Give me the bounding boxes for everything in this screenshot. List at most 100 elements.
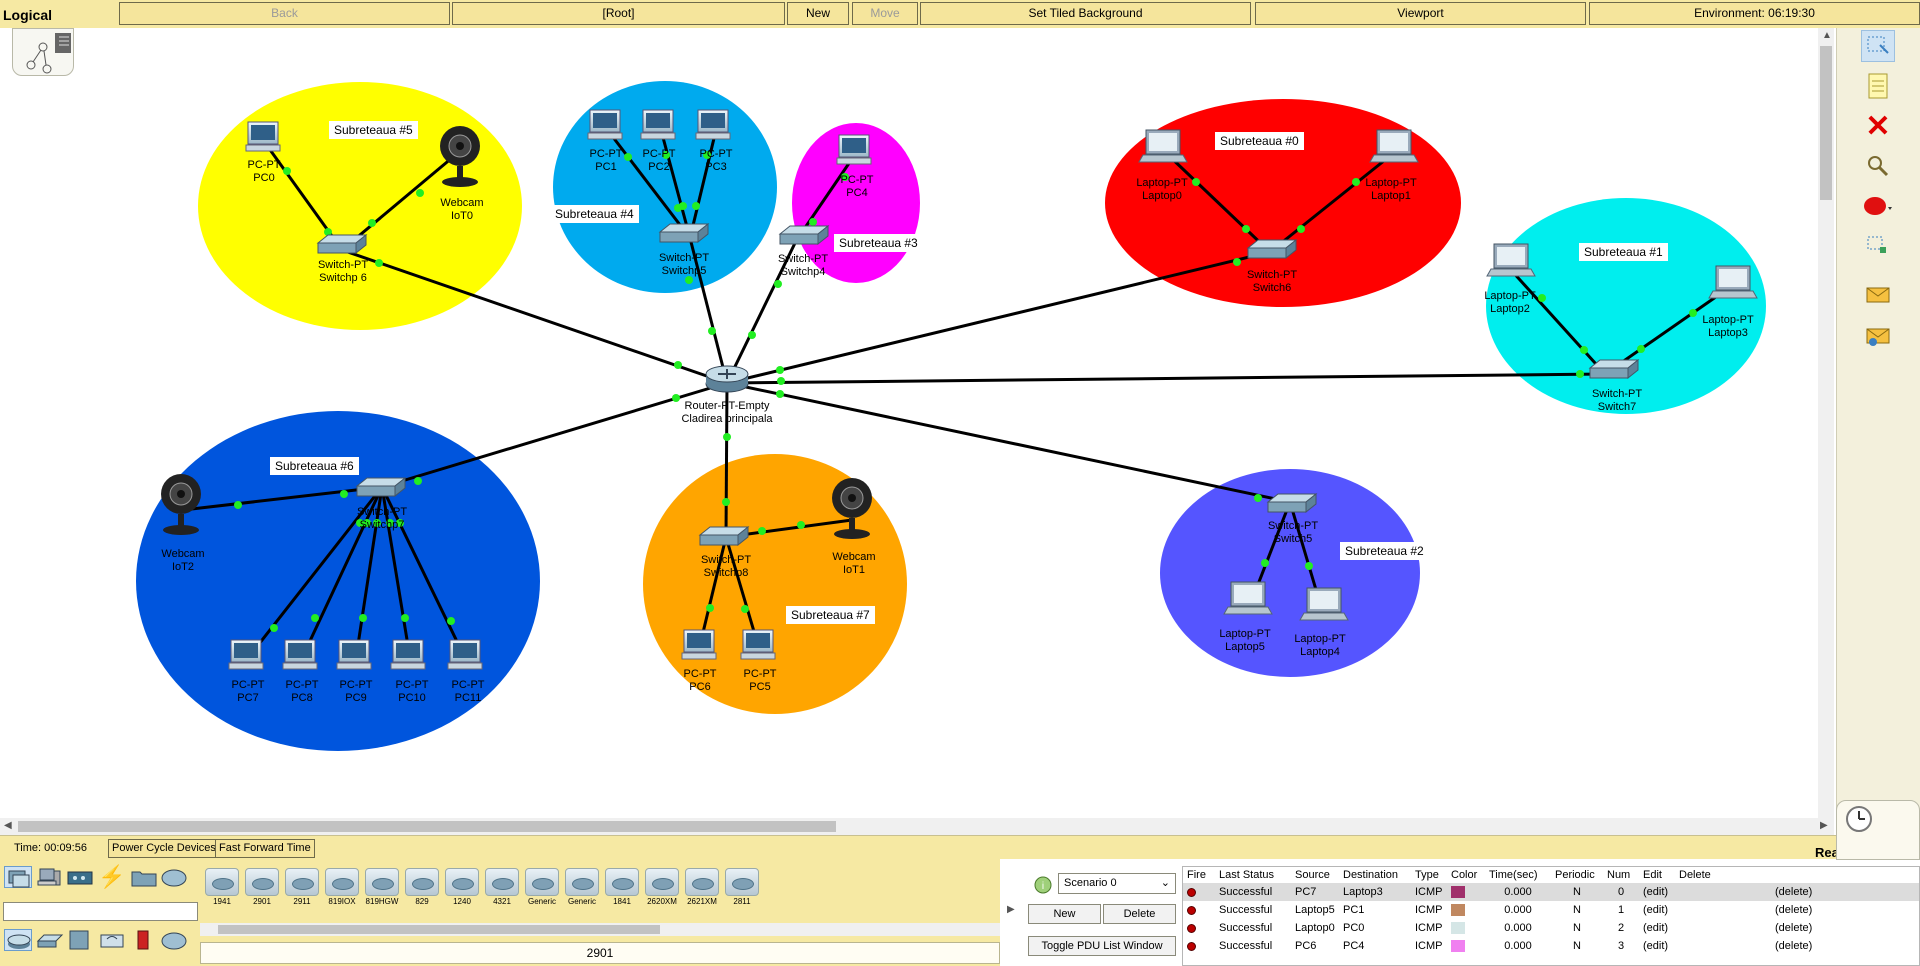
device-model-1240[interactable]: 1240 <box>444 868 480 908</box>
fire-status-icon[interactable] <box>1187 905 1196 915</box>
scenario-panel: i Scenario 0 ⌄ New Delete Toggle PDU Lis… <box>1028 866 1178 966</box>
pdu-row[interactable]: Successful Laptop5 PC1 ICMP 0.000 N 1 (e… <box>1183 901 1919 919</box>
device-model-2620xm[interactable]: 2620XM <box>644 868 680 908</box>
network-devices-category-icon[interactable] <box>4 866 32 888</box>
device-model-819hgw[interactable]: 819HGW <box>364 868 400 908</box>
pdu-row[interactable]: Successful PC6 PC4 ICMP 0.000 N 3 (edit)… <box>1183 937 1919 955</box>
edit-link[interactable]: (edit) <box>1639 919 1675 937</box>
select-tool-icon[interactable] <box>1861 30 1895 62</box>
subnet-2-label[interactable]: Subreteaua #2 <box>1340 542 1429 560</box>
device-model-generic-1[interactable]: Generic <box>524 868 560 908</box>
device-model-4321[interactable]: 4321 <box>484 868 520 908</box>
logical-view-tab[interactable] <box>12 28 74 76</box>
pdu-row[interactable]: Successful PC7 Laptop3 ICMP 0.000 N 0 (e… <box>1183 883 1919 901</box>
back-button[interactable]: Back <box>119 2 450 25</box>
device-list-scroll-thumb[interactable] <box>218 925 660 934</box>
logical-workspace[interactable]: PC-PT PC0 Webcam IoT0 Switch-PT Switchp 6 P… <box>0 28 1834 818</box>
delete-link[interactable]: (delete) <box>1675 901 1919 919</box>
switches-subcategory-icon[interactable] <box>36 929 64 951</box>
horizontal-scrollbar[interactable]: ◀ ▶ <box>0 818 1834 835</box>
add-complex-pdu-icon[interactable] <box>1861 320 1895 352</box>
root-button[interactable]: [Root] <box>452 2 785 25</box>
set-tiled-background-button[interactable]: Set Tiled Background <box>920 2 1251 25</box>
edit-link[interactable]: (edit) <box>1639 937 1675 955</box>
scroll-left-icon[interactable]: ◀ <box>4 820 12 831</box>
device-model-2811[interactable]: 2811 <box>724 868 760 908</box>
device-search-input[interactable] <box>3 902 198 921</box>
hubs-subcategory-icon[interactable] <box>66 929 94 951</box>
device-model-2621xm[interactable]: 2621XM <box>684 868 720 908</box>
viewport-button[interactable]: Viewport <box>1255 2 1586 25</box>
delete-link[interactable]: (delete) <box>1675 883 1919 901</box>
scroll-up-icon[interactable]: ▲ <box>1822 30 1832 41</box>
scenario-info-icon[interactable]: i <box>1033 875 1053 895</box>
vertical-scrollbar[interactable]: ▲ <box>1818 28 1834 818</box>
delete-icon[interactable]: ✕ <box>1861 110 1895 143</box>
subnet-5-label[interactable]: Subreteaua #5 <box>329 121 418 139</box>
scenario-select[interactable]: Scenario 0 ⌄ <box>1058 873 1176 894</box>
device-model-1941[interactable]: 1941 <box>204 868 240 908</box>
fire-status-icon[interactable] <box>1187 887 1196 897</box>
device-model-generic-2[interactable]: Generic <box>564 868 600 908</box>
connections-category-icon[interactable]: ⚡ <box>98 866 126 888</box>
move-object-button[interactable]: Move Object <box>852 2 918 41</box>
environment-button[interactable]: Environment: 06:19:30 <box>1589 2 1920 25</box>
edit-link[interactable]: (edit) <box>1639 883 1675 901</box>
realtime-tab[interactable] <box>1836 800 1920 860</box>
pc7-name: PC7 <box>237 692 258 704</box>
fire-status-icon[interactable] <box>1187 923 1196 933</box>
vertical-scroll-thumb[interactable] <box>1820 46 1832 200</box>
components-category-icon[interactable] <box>66 866 94 888</box>
logical-tree-icon <box>26 33 71 74</box>
device-model-829[interactable]: 829 <box>404 868 440 908</box>
subnet-1-label[interactable]: Subreteaua #1 <box>1579 243 1668 261</box>
fire-cell[interactable] <box>1183 901 1215 919</box>
power-cycle-devices-button[interactable]: Power Cycle Devices <box>108 839 220 858</box>
new-cluster-button[interactable]: New Cluster <box>787 2 849 41</box>
new-scenario-button[interactable]: New <box>1028 904 1101 924</box>
resize-shape-icon[interactable] <box>1861 230 1895 262</box>
expand-panel-icon[interactable]: ▶ <box>1007 904 1015 915</box>
delete-scenario-button[interactable]: Delete <box>1103 904 1176 924</box>
delete-link[interactable]: (delete) <box>1675 919 1919 937</box>
edit-link[interactable]: (edit) <box>1639 901 1675 919</box>
draw-ellipse-icon[interactable] <box>1861 190 1895 222</box>
add-simple-pdu-icon[interactable] <box>1861 278 1895 310</box>
device-model-2911[interactable]: 2911 <box>284 868 320 908</box>
realtime-clock-icon <box>1846 806 1872 832</box>
inspect-icon[interactable] <box>1861 150 1895 182</box>
fast-forward-time-button[interactable]: Fast Forward Time <box>215 839 315 858</box>
pc9-name: PC9 <box>345 692 366 704</box>
fire-cell[interactable] <box>1183 883 1215 901</box>
end-devices-category-icon[interactable] <box>36 866 64 888</box>
fire-status-icon[interactable] <box>1187 941 1196 951</box>
subnet-6-label[interactable]: Subreteaua #6 <box>270 457 359 475</box>
scroll-right-icon[interactable]: ▶ <box>1820 820 1828 831</box>
delete-link[interactable]: (delete) <box>1675 937 1919 955</box>
multiuser-category-icon[interactable] <box>160 866 188 888</box>
header-time: Time(sec) <box>1485 867 1551 883</box>
pdu-row[interactable]: Successful Laptop0 PC0 ICMP 0.000 N 2 (e… <box>1183 919 1919 937</box>
device-model-2901[interactable]: 2901 <box>244 868 280 908</box>
subnet-0-label[interactable]: Subreteaua #0 <box>1215 132 1304 150</box>
wan-emulation-subcategory-icon[interactable] <box>160 929 188 951</box>
subnet-7-label[interactable]: Subreteaua #7 <box>786 606 875 624</box>
time-bar: Time: 00:09:56 Power Cycle Devices Fast … <box>0 835 1920 860</box>
horizontal-scroll-thumb[interactable] <box>18 821 836 832</box>
subnet-3-label[interactable]: Subreteaua #3 <box>834 234 923 252</box>
wireless-subcategory-icon[interactable] <box>98 929 126 951</box>
miscellaneous-category-icon[interactable] <box>130 866 158 888</box>
device-list-scrollbar[interactable] <box>200 923 1000 936</box>
security-subcategory-icon[interactable] <box>130 929 158 951</box>
routers-subcategory-icon[interactable] <box>4 929 32 951</box>
fire-cell[interactable] <box>1183 937 1215 955</box>
pc11-name: PC11 <box>455 692 482 704</box>
device-model-819iox[interactable]: 819IOX <box>324 868 360 908</box>
subnet-4-label[interactable]: Subreteaua #4 <box>550 205 639 223</box>
device-model-1841[interactable]: 1841 <box>604 868 640 908</box>
place-note-icon[interactable] <box>1861 70 1895 102</box>
pc10-type: PC-PT <box>396 679 429 691</box>
pc5-type: PC-PT <box>744 668 777 680</box>
fire-cell[interactable] <box>1183 919 1215 937</box>
toggle-pdu-list-button[interactable]: Toggle PDU List Window <box>1028 936 1176 956</box>
